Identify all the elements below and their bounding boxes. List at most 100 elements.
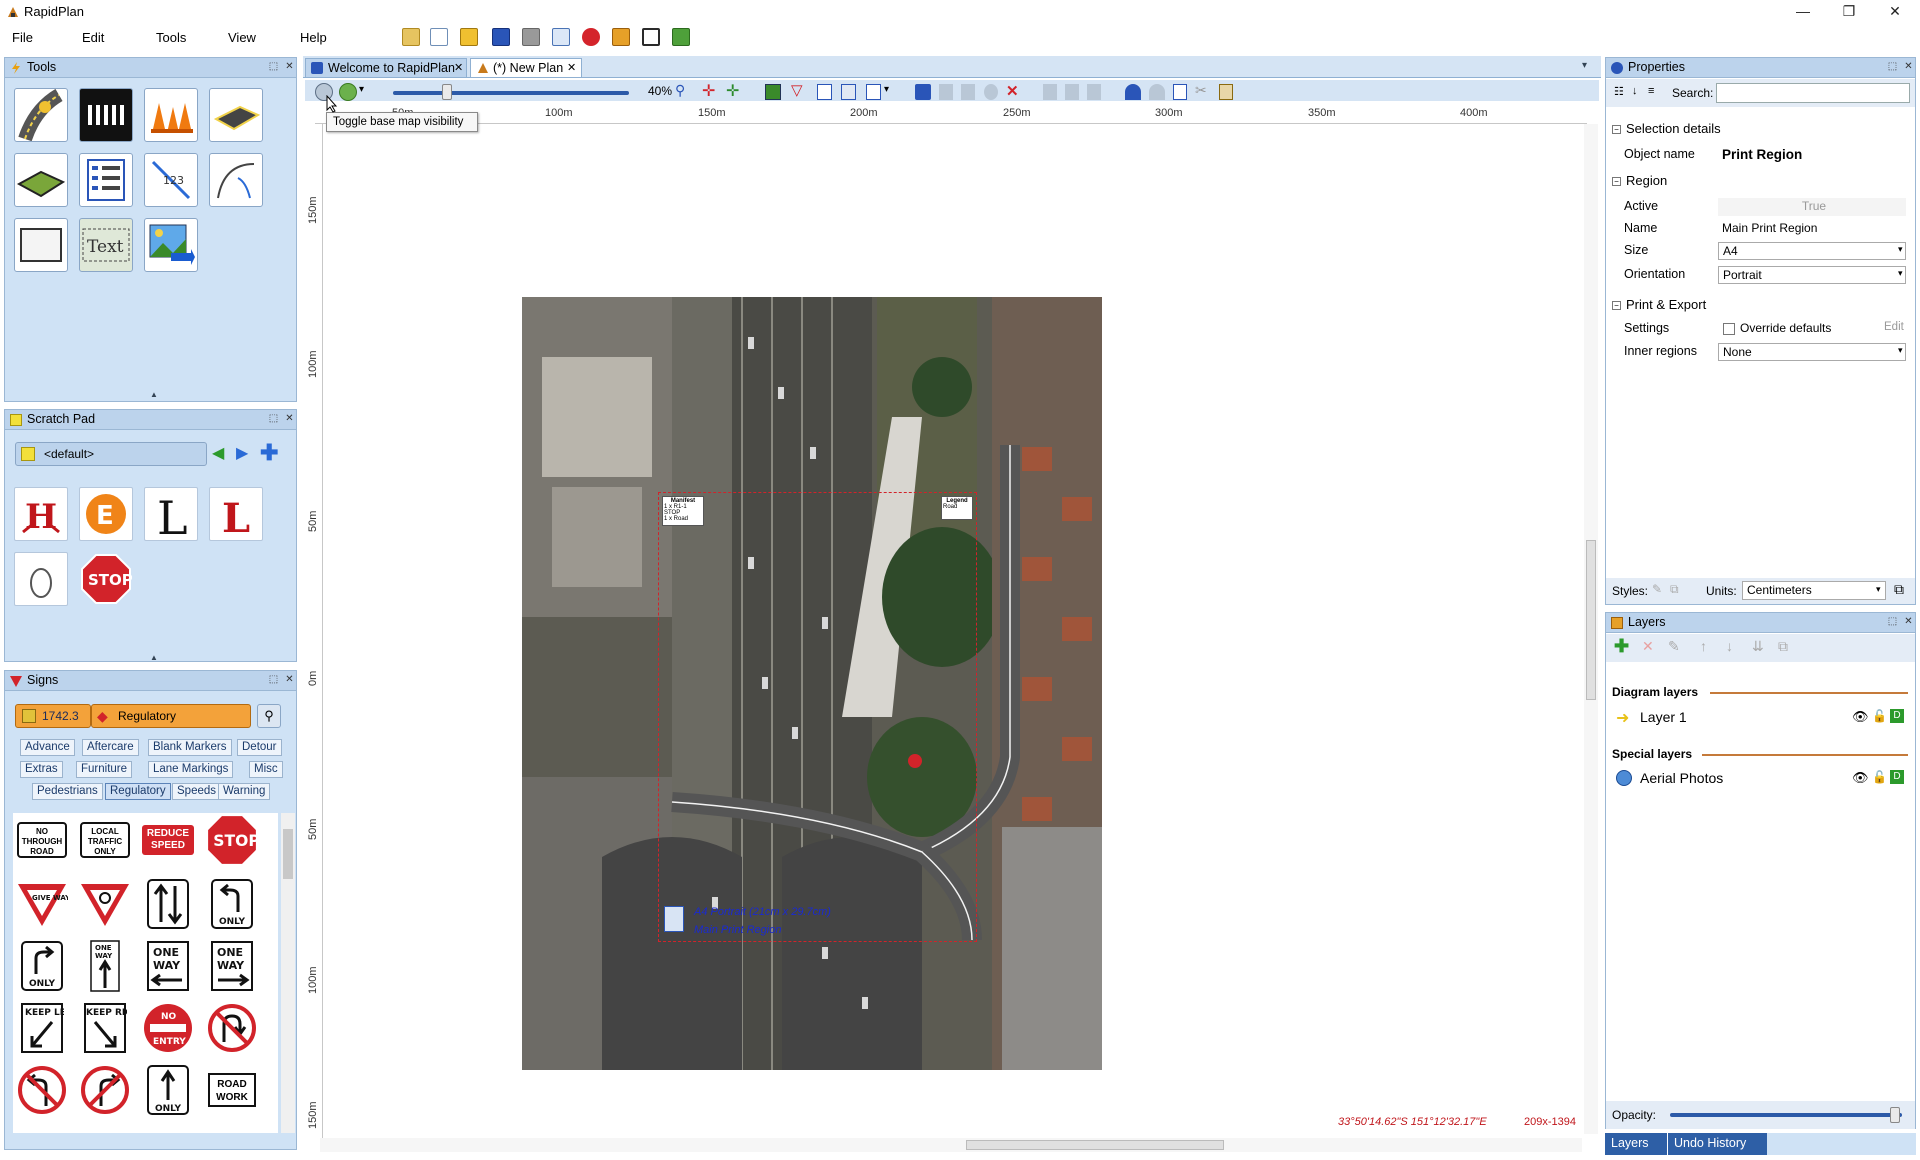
sign-category-button[interactable]: ◆ Regulatory: [91, 704, 251, 728]
open-folder-icon[interactable]: [460, 28, 478, 46]
table-icon[interactable]: [841, 84, 856, 100]
move-up-icon[interactable]: ↑: [1700, 638, 1707, 654]
section-selection-details[interactable]: − Selection details: [1612, 121, 1721, 136]
save-icon[interactable]: [492, 28, 510, 46]
arc-tool-icon[interactable]: [209, 153, 263, 207]
new-plan-wizard-icon[interactable]: [402, 28, 420, 46]
new-document-icon[interactable]: [430, 28, 448, 46]
road-tool-icon[interactable]: [14, 88, 68, 142]
rectangle-tool-icon[interactable]: [14, 218, 68, 272]
measure-tool-icon[interactable]: 123: [144, 153, 198, 207]
image-icon[interactable]: [765, 84, 781, 100]
redo-icon[interactable]: [1149, 84, 1165, 100]
copy-icon[interactable]: [1173, 84, 1187, 100]
sign-straight-only[interactable]: ONLY: [141, 1063, 195, 1117]
bring-front-icon[interactable]: [1087, 84, 1101, 100]
display-toggle-icon[interactable]: D: [1890, 709, 1904, 723]
list-view-icon[interactable]: ≡: [1648, 85, 1654, 97]
sign-local-traffic-only[interactable]: LOCAL TRAFFIC ONLY: [78, 813, 132, 867]
chevron-down-icon[interactable]: ▾: [1898, 244, 1903, 255]
panel-grip[interactable]: ▲: [150, 653, 158, 662]
filter-advance[interactable]: Advance: [20, 739, 75, 756]
align-icon[interactable]: [961, 84, 975, 100]
popout-icon[interactable]: ⧉: [1894, 581, 1904, 598]
filter-lane-markings[interactable]: Lane Markings: [148, 761, 234, 778]
filter-aftercare[interactable]: Aftercare: [82, 739, 139, 756]
rotate-icon[interactable]: [984, 84, 998, 100]
section-region[interactable]: − Region: [1612, 173, 1667, 188]
opacity-slider-thumb[interactable]: [1890, 1107, 1901, 1123]
north-arrow-icon[interactable]: ✛: [726, 81, 739, 101]
sign-keep-right[interactable]: KEEP RIGHT: [78, 1001, 132, 1055]
menu-help[interactable]: Help: [300, 30, 327, 45]
print-region[interactable]: [658, 492, 977, 942]
duplicate-layer-icon[interactable]: ⧉: [1778, 638, 1788, 655]
menu-tools[interactable]: Tools: [156, 30, 186, 45]
sort-icon[interactable]: ↓: [1632, 85, 1638, 97]
delete-layer-icon[interactable]: ✕: [1642, 638, 1654, 655]
lock-icon[interactable]: 🔓: [1872, 709, 1887, 723]
export-icon[interactable]: [552, 28, 570, 46]
center-cross-icon[interactable]: ✛: [702, 81, 715, 101]
sign-no-entry[interactable]: NO ENTRY: [141, 1001, 195, 1055]
sign-right-turn-only[interactable]: ONLY: [15, 939, 69, 993]
add-icon[interactable]: ✚: [260, 442, 282, 465]
filter-blank-markers[interactable]: Blank Markers: [148, 739, 232, 756]
layer-row[interactable]: ➜ Layer 1 👁 🔓 D: [1608, 705, 1912, 729]
zoom-search-icon[interactable]: ⚲: [675, 82, 685, 99]
tab-layers[interactable]: Layers: [1605, 1133, 1667, 1155]
style-brush-icon[interactable]: ✎: [1652, 582, 1662, 596]
menu-view[interactable]: View: [228, 30, 256, 45]
sign-stop[interactable]: STOP: [205, 813, 259, 867]
zoom-slider-thumb[interactable]: [442, 84, 452, 100]
eye-icon[interactable]: 👁: [1852, 770, 1869, 786]
tab-list-chevron-icon[interactable]: ▾: [1582, 60, 1587, 71]
categorized-icon[interactable]: ☷: [1614, 85, 1624, 98]
close-tab-icon[interactable]: ✕: [567, 59, 576, 77]
flip-horizontal-icon[interactable]: [1043, 84, 1057, 100]
orientation-dropdown[interactable]: Portrait: [1718, 266, 1906, 284]
forward-arrow-icon[interactable]: ▶: [236, 445, 254, 463]
zoom-slider[interactable]: [393, 91, 629, 95]
sign-give-way[interactable]: GIVE WAY: [15, 877, 69, 931]
filter-misc[interactable]: Misc: [249, 761, 283, 778]
sign-one-way-up[interactable]: ONE WAY: [78, 939, 132, 993]
e-marker-icon[interactable]: E: [79, 487, 133, 541]
sign-left-turn-only[interactable]: ONLY: [205, 877, 259, 931]
print-icon[interactable]: [522, 28, 540, 46]
minimize-button[interactable]: —: [1780, 0, 1826, 24]
filter-pedestrians[interactable]: Pedestrians: [32, 783, 103, 800]
image-tool-icon[interactable]: [144, 218, 198, 272]
sign-standard-button[interactable]: 1742.3: [15, 704, 91, 728]
sign-no-right-turn[interactable]: [78, 1063, 132, 1117]
cones-tool-icon[interactable]: [144, 88, 198, 142]
close-icon[interactable]: ✕: [1902, 616, 1915, 629]
sign-reduce-speed[interactable]: REDUCE SPEED: [141, 813, 195, 867]
chevron-down-icon[interactable]: ▾: [884, 84, 889, 95]
style-copy-icon[interactable]: ⧉: [1670, 582, 1679, 597]
sign-no-left-turn[interactable]: [15, 1063, 69, 1117]
sign-no-u-turn[interactable]: [205, 1001, 259, 1055]
sign-gallery-scrollbar[interactable]: [281, 813, 295, 1133]
l-plate-black-icon[interactable]: L: [144, 487, 198, 541]
cut-icon[interactable]: ✂: [1195, 82, 1207, 99]
eye-icon[interactable]: 👁: [1852, 709, 1869, 725]
override-defaults-checkbox[interactable]: [1723, 323, 1735, 335]
chevron-down-icon[interactable]: ▾: [1898, 268, 1903, 279]
area-tool-icon[interactable]: [14, 153, 68, 207]
o-marker-icon[interactable]: [14, 552, 68, 606]
close-icon[interactable]: ✕: [1902, 61, 1915, 74]
move-down-icon[interactable]: ↓: [1726, 638, 1733, 654]
sign-keep-left[interactable]: KEEP LEFT: [15, 1001, 69, 1055]
units-dropdown[interactable]: Centimeters: [1742, 581, 1886, 600]
delete-icon[interactable]: ✕: [1006, 82, 1019, 100]
filter-extras[interactable]: Extras: [20, 761, 63, 778]
l-plate-red-icon[interactable]: L: [209, 487, 263, 541]
scratch-pad-selector[interactable]: <default>: [15, 442, 207, 466]
crossing-tool-icon[interactable]: [79, 88, 133, 142]
list-tool-icon[interactable]: [79, 153, 133, 207]
legend-box[interactable]: Legend Road: [941, 496, 973, 520]
back-arrow-icon[interactable]: ◀: [212, 445, 230, 463]
merge-icon[interactable]: ⇊: [1752, 638, 1764, 655]
inner-regions-dropdown[interactable]: None: [1718, 343, 1906, 361]
